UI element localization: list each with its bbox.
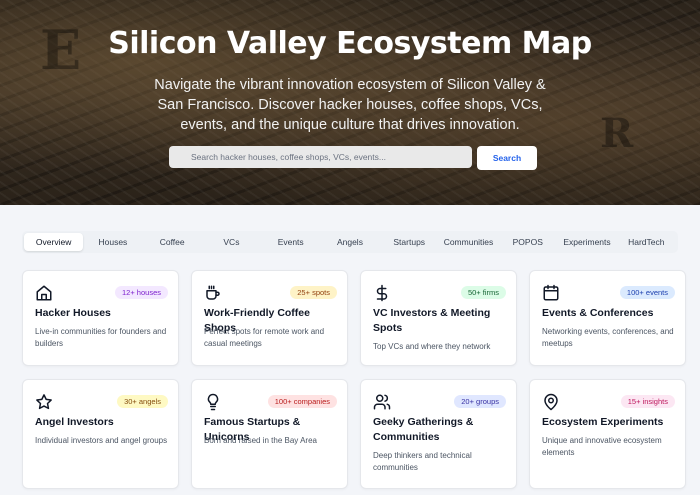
users-icon [373,393,391,411]
count-badge: 30+ angels [117,395,168,408]
card-coffee-shops[interactable]: 25+ spots Work-Friendly Coffee Shops Per… [191,270,348,366]
count-badge: 12+ houses [115,286,168,299]
tab-startups[interactable]: Startups [380,233,439,251]
card-description: Individual investors and angel groups [35,436,168,445]
count-badge: 100+ companies [267,395,337,408]
tab-coffee[interactable]: Coffee [143,233,202,251]
card-title: Ecosystem Experiments [542,416,664,428]
card-title: Angel Investors [35,416,114,428]
search-button[interactable]: Search [477,146,537,170]
calendar-icon [542,284,560,302]
background-texture-glyph: R [600,110,634,157]
card-angel-investors[interactable]: 30+ angels Angel Investors Individual in… [22,379,179,489]
tab-bar: Overview Houses Coffee VCs Events Angels… [22,231,678,253]
page-title: Silicon Valley Ecosystem Map [108,26,592,61]
card-events[interactable]: 100+ events Events & Conferences Network… [529,270,686,366]
card-vc-investors[interactable]: 50+ firms VC Investors & Meeting Spots T… [360,270,517,366]
hero-subtitle: Navigate the vibrant innovation ecosyste… [154,77,546,133]
card-title: Events & Conferences [542,307,654,319]
tab-communities[interactable]: Communities [439,233,498,251]
dollar-icon [373,284,391,302]
tab-vcs[interactable]: VCs [202,233,261,251]
tab-events[interactable]: Events [261,233,320,251]
card-geeky-gatherings[interactable]: 20+ groups Geeky Gatherings & Communitie… [360,379,517,489]
hero-banner: E R Silicon Valley Ecosystem Map Navigat… [0,0,700,205]
card-title: VC Investors & Meeting Spots [373,307,491,334]
card-description: Top VCs and where they network [373,342,491,351]
search-input[interactable] [169,146,472,168]
count-badge: 100+ events [619,286,675,299]
card-hacker-houses[interactable]: 12+ houses Hacker Houses Live-in communi… [22,270,179,366]
card-startups[interactable]: 100+ companies Famous Startups & Unicorn… [191,379,348,489]
card-title: Geeky Gatherings & Communities [373,416,474,443]
coffee-icon [204,284,222,302]
tab-hardtech[interactable]: HardTech [617,233,676,251]
card-description: Perfect spots for remote work and casual… [204,327,325,348]
card-description: Born and raised in the Bay Area [204,436,317,445]
card-ecosystem-experiments[interactable]: 15+ insights Ecosystem Experiments Uniqu… [529,379,686,489]
star-icon [35,393,53,411]
tab-houses[interactable]: Houses [83,233,142,251]
card-description: Deep thinkers and technical communities [373,451,472,472]
map-pin-icon [542,393,560,411]
count-badge: 25+ spots [290,286,337,299]
tab-experiments[interactable]: Experiments [557,233,616,251]
count-badge: 15+ insights [620,395,675,408]
card-title: Hacker Houses [35,307,111,319]
count-badge: 50+ firms [460,286,506,299]
card-description: Live-in communities for founders and bui… [35,327,167,348]
card-description: Unique and innovative ecosystem elements [542,436,662,457]
lightbulb-icon [204,393,222,411]
tab-popos[interactable]: POPOS [498,233,557,251]
tab-angels[interactable]: Angels [320,233,379,251]
count-badge: 20+ groups [454,395,506,408]
card-description: Networking events, conferences, and meet… [542,327,674,348]
tab-overview[interactable]: Overview [24,233,84,251]
house-icon [35,284,53,302]
